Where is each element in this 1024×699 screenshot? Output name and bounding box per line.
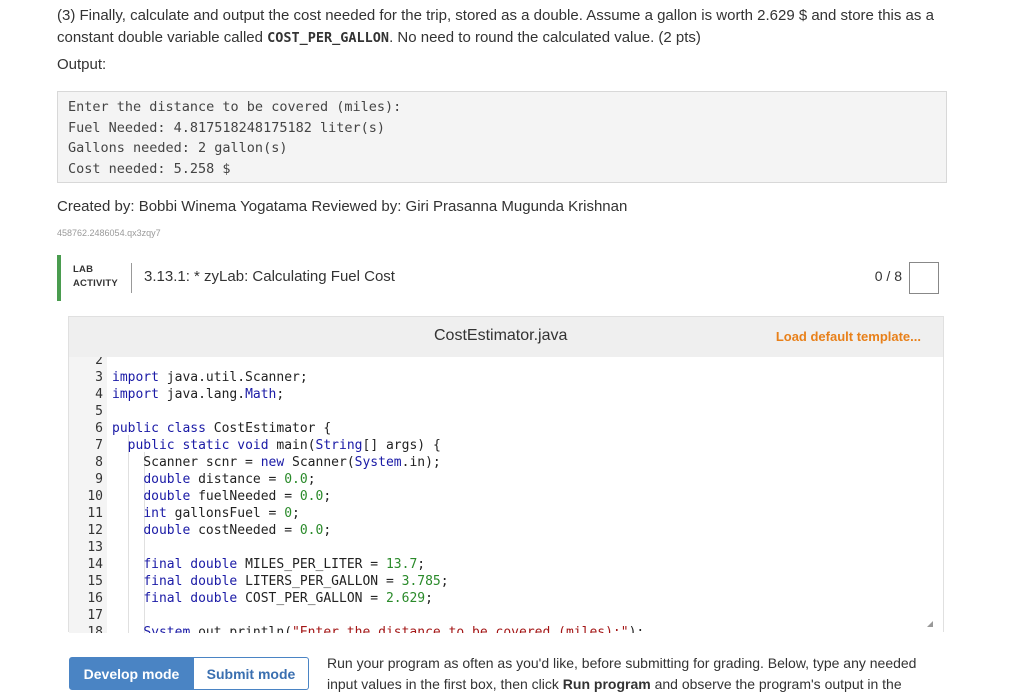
code-text: int gallonsFuel = 0; bbox=[143, 506, 300, 521]
output-line: Gallons needed: 2 gallon(s) bbox=[68, 140, 288, 156]
code-line[interactable]: 17 bbox=[69, 607, 943, 624]
output-line: Enter the distance to be covered (miles)… bbox=[68, 99, 402, 115]
lab-tag-line2: ACTIVITY bbox=[73, 278, 118, 289]
completion-checkbox-icon bbox=[909, 262, 939, 294]
run-instructions-part2: and observe the program's output in the bbox=[650, 676, 902, 692]
lab-title: 3.13.1: * zyLab: Calculating Fuel Cost bbox=[144, 268, 395, 285]
line-number: 11 bbox=[87, 506, 103, 521]
develop-mode-button[interactable]: Develop mode bbox=[69, 657, 194, 690]
code-line[interactable]: 14 final double MILES_PER_LITER = 13.7; bbox=[69, 556, 943, 573]
code-line[interactable]: 15 final double LITERS_PER_GALLON = 3.78… bbox=[69, 573, 943, 590]
line-number: 15 bbox=[87, 574, 103, 589]
expected-output-box: Enter the distance to be covered (miles)… bbox=[57, 91, 947, 183]
header-divider bbox=[131, 263, 132, 293]
line-number: 8 bbox=[95, 455, 103, 470]
output-line: Cost needed: 5.258 $ bbox=[68, 160, 231, 177]
lab-activity-tag: LAB ACTIVITY bbox=[73, 263, 118, 291]
line-number: 12 bbox=[87, 523, 103, 538]
code-text: import java.lang.Math; bbox=[112, 387, 285, 402]
code-editor: CostEstimator.java Load default template… bbox=[68, 316, 944, 633]
code-text: double fuelNeeded = 0.0; bbox=[143, 489, 332, 504]
submit-mode-button[interactable]: Submit mode bbox=[194, 657, 309, 690]
code-text: Scanner scnr = new Scanner(System.in); bbox=[112, 455, 441, 470]
code-line[interactable]: 5 bbox=[69, 403, 943, 420]
line-number: 5 bbox=[95, 404, 103, 419]
output-line: Fuel Needed: 4.817518248175182 liter(s) bbox=[68, 119, 385, 136]
activity-id: 458762.2486054.qx3zqy7 bbox=[57, 228, 161, 238]
line-number: 10 bbox=[87, 489, 103, 504]
line-number: 9 bbox=[95, 472, 103, 487]
code-text: public class CostEstimator { bbox=[112, 421, 332, 436]
code-text: import java.util.Scanner; bbox=[112, 370, 308, 385]
run-instructions: Run your program as often as you'd like,… bbox=[327, 653, 937, 695]
code-line[interactable]: 10 double fuelNeeded = 0.0; bbox=[69, 488, 943, 505]
code-line[interactable]: 12 double costNeeded = 0.0; bbox=[69, 522, 943, 539]
code-text: double distance = 0.0; bbox=[143, 472, 316, 487]
code-line[interactable]: 7 public static void main(String[] args)… bbox=[69, 437, 943, 454]
line-number: 6 bbox=[95, 421, 103, 436]
line-number: 3 bbox=[95, 370, 103, 385]
code-line[interactable]: 11 int gallonsFuel = 0; bbox=[69, 505, 943, 522]
output-label: Output: bbox=[57, 56, 107, 73]
line-number: 18 bbox=[87, 625, 103, 633]
line-number: 14 bbox=[87, 557, 103, 572]
code-line[interactable]: 8 Scanner scnr = new Scanner(System.in); bbox=[69, 454, 943, 471]
instruction-paragraph: (3) Finally, calculate and output the co… bbox=[57, 5, 947, 49]
editor-filename: CostEstimator.java bbox=[434, 327, 568, 344]
code-line[interactable]: 16 final double COST_PER_GALLON = 2.629; bbox=[69, 590, 943, 607]
lab-score: 0 / 8 bbox=[874, 268, 902, 284]
code-text: double costNeeded = 0.0; bbox=[143, 523, 332, 538]
code-text: System.out.println("Enter the distance t… bbox=[143, 625, 645, 633]
line-number: 4 bbox=[95, 387, 103, 402]
load-default-template-link[interactable]: Load default template... bbox=[776, 329, 921, 344]
line-number: 7 bbox=[95, 438, 103, 453]
mode-toggle: Develop mode Submit mode bbox=[69, 657, 309, 690]
code-line[interactable]: 13 bbox=[69, 539, 943, 556]
run-program-reference: Run program bbox=[562, 676, 651, 692]
line-number: 2 bbox=[95, 357, 103, 368]
line-number: 13 bbox=[87, 540, 103, 555]
code-text: public static void main(String[] args) { bbox=[127, 438, 441, 453]
line-number: 17 bbox=[87, 608, 103, 623]
instruction-text-after: . No need to round the calculated value.… bbox=[389, 29, 701, 46]
code-line[interactable]: 2 bbox=[69, 357, 943, 369]
line-number: 16 bbox=[87, 591, 103, 606]
code-line[interactable]: 18 System.out.println("Enter the distanc… bbox=[69, 624, 943, 633]
code-line[interactable]: 4 import java.lang.Math; bbox=[69, 386, 943, 403]
credits-text: Created by: Bobbi Winema Yogatama Review… bbox=[57, 198, 628, 215]
code-line[interactable]: 3 import java.util.Scanner; bbox=[69, 369, 943, 386]
code-text: final double LITERS_PER_GALLON = 3.785; bbox=[143, 574, 449, 589]
constant-name: COST_PER_GALLON bbox=[267, 30, 390, 46]
code-text: final double MILES_PER_LITER = 13.7; bbox=[143, 557, 426, 572]
code-line[interactable]: 9 double distance = 0.0; bbox=[69, 471, 943, 488]
code-text-area[interactable]: 2 3 import java.util.Scanner; 4 import java.… bbox=[69, 357, 943, 633]
lab-tag-line1: LAB bbox=[73, 264, 94, 275]
code-text: final double COST_PER_GALLON = 2.629; bbox=[143, 591, 433, 606]
lab-activity-header: LAB ACTIVITY 3.13.1: * zyLab: Calculatin… bbox=[57, 255, 947, 301]
code-line[interactable]: 6 public class CostEstimator { bbox=[69, 420, 943, 437]
editor-header: CostEstimator.java Load default template… bbox=[69, 317, 943, 357]
